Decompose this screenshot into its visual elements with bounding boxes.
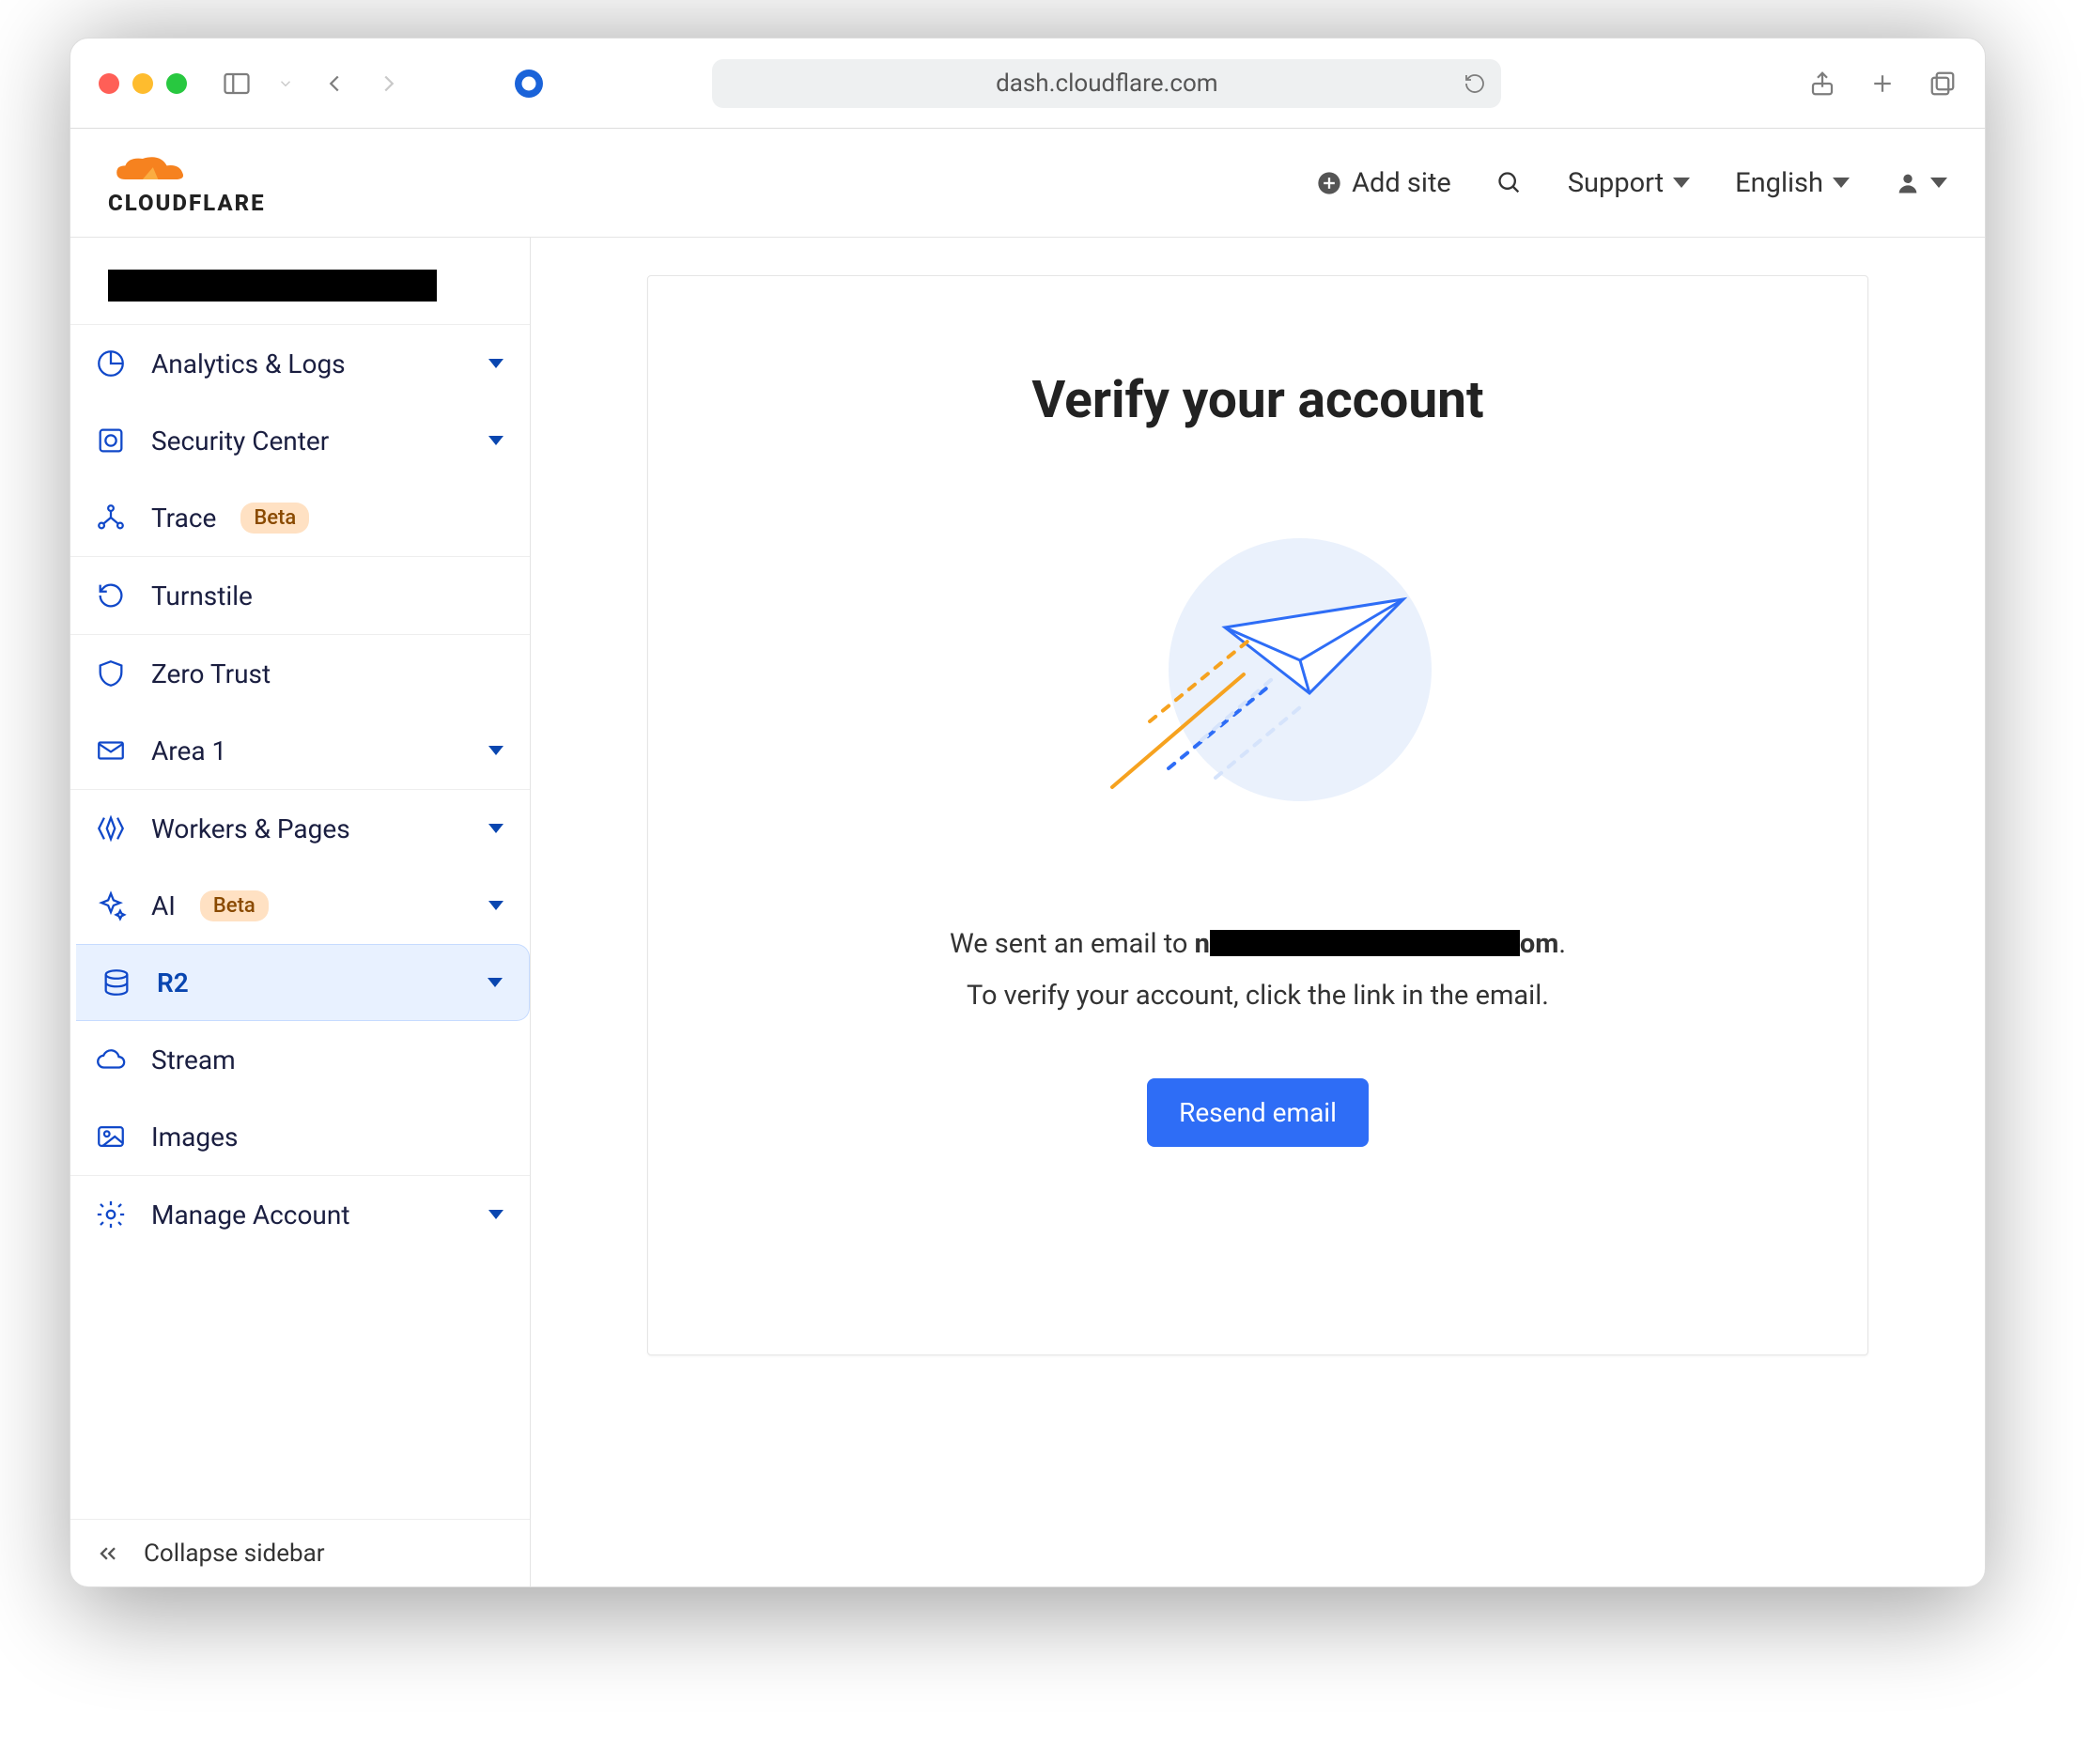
close-window-button[interactable] <box>99 73 119 94</box>
verify-message: We sent an email to n om. To verify your … <box>950 919 1566 1022</box>
support-label: Support <box>1568 167 1664 199</box>
language-dropdown[interactable]: English <box>1735 167 1850 199</box>
chevron-down-icon <box>488 746 503 755</box>
dropdown-chevron-icon[interactable] <box>277 70 294 98</box>
line2: To verify your account, click the link i… <box>950 970 1566 1022</box>
search-icon <box>1496 170 1523 196</box>
reload-icon[interactable] <box>1464 72 1486 95</box>
chevron-down-icon <box>1930 178 1947 188</box>
maximize-window-button[interactable] <box>166 73 187 94</box>
sidebar-item-label: Manage Account <box>151 1199 350 1230</box>
sidebar-item-zero-trust[interactable]: Zero Trust <box>70 635 530 712</box>
logo-text: CLOUDFLARE <box>108 190 266 216</box>
sidebar-item-workers-pages[interactable]: Workers & Pages <box>70 790 530 867</box>
add-site-label: Add site <box>1352 167 1451 199</box>
account-name-block[interactable] <box>70 238 530 324</box>
sidebar-item-r2[interactable]: R2 <box>76 944 530 1021</box>
workers-icon <box>95 812 127 844</box>
sidebar-item-ai[interactable]: AI Beta <box>70 867 530 944</box>
sidebar-item-analytics-logs[interactable]: Analytics & Logs <box>70 325 530 402</box>
beta-badge: Beta <box>240 503 309 534</box>
collapse-sidebar-button[interactable]: Collapse sidebar <box>70 1519 530 1586</box>
browser-toolbar: dash.cloudflare.com <box>70 39 1985 129</box>
sidebar-item-trace[interactable]: Trace Beta <box>70 479 530 556</box>
address-text: dash.cloudflare.com <box>996 70 1218 98</box>
image-icon <box>95 1121 127 1153</box>
minimize-window-button[interactable] <box>132 73 153 94</box>
search-button[interactable] <box>1496 170 1523 196</box>
sidebar-item-area-1[interactable]: Area 1 <box>70 712 530 789</box>
sidebar-item-label: Area 1 <box>151 735 226 766</box>
chevron-down-icon <box>1673 178 1690 188</box>
sidebar-item-label: Stream <box>151 1044 236 1075</box>
tabs-overview-icon[interactable] <box>1928 70 1957 98</box>
support-dropdown[interactable]: Support <box>1568 167 1690 199</box>
chevron-down-icon <box>488 1210 503 1219</box>
forward-button <box>375 70 403 98</box>
gear-icon <box>95 1199 127 1230</box>
chevron-down-icon <box>1833 178 1850 188</box>
plus-circle-icon <box>1316 170 1342 196</box>
cloud-icon <box>108 150 194 188</box>
verify-account-card: Verify your account <box>647 275 1868 1355</box>
chevron-down-icon <box>488 436 503 445</box>
chevron-down-icon <box>488 901 503 910</box>
paper-airplane-illustration <box>1056 505 1460 843</box>
mail-icon <box>95 735 127 766</box>
address-bar[interactable]: dash.cloudflare.com <box>712 59 1501 108</box>
period: . <box>1558 928 1566 960</box>
shield-icon <box>95 658 127 689</box>
sidebar-item-images[interactable]: Images <box>70 1098 530 1175</box>
sidebar-item-label: Workers & Pages <box>151 813 350 844</box>
sidebar: Analytics & Logs Security Center Trace B… <box>70 238 531 1586</box>
chevron-double-left-icon <box>95 1540 121 1567</box>
resend-email-button[interactable]: Resend email <box>1147 1078 1369 1147</box>
email-start: n <box>1195 928 1210 960</box>
sidebar-item-label: Turnstile <box>151 580 253 611</box>
browser-window: dash.cloudflare.com <box>70 38 1986 1587</box>
window-controls <box>99 73 187 94</box>
line1-prefix: We sent an email to <box>950 928 1195 960</box>
new-tab-icon[interactable] <box>1868 70 1897 98</box>
sidebar-item-label: Zero Trust <box>151 658 271 689</box>
sidebar-item-turnstile[interactable]: Turnstile <box>70 557 530 634</box>
email-redacted <box>1210 930 1520 956</box>
sidebar-item-label: Images <box>151 1122 238 1153</box>
sidebar-item-label: Security Center <box>151 426 329 456</box>
database-icon <box>101 967 132 998</box>
beta-badge: Beta <box>200 890 269 921</box>
network-icon <box>95 502 127 534</box>
cloudflare-logo[interactable]: CLOUDFLARE <box>108 150 266 216</box>
target-icon <box>95 425 127 456</box>
password-manager-icon[interactable] <box>512 67 546 101</box>
cloud-icon <box>95 1044 127 1075</box>
card-title: Verify your account <box>1031 370 1483 430</box>
sidebar-item-security-center[interactable]: Security Center <box>70 402 530 479</box>
main-content: Verify your account <box>531 238 1985 1586</box>
refresh-icon <box>95 580 127 611</box>
sidebar-item-label: R2 <box>157 967 189 998</box>
language-label: English <box>1735 167 1823 199</box>
sidebar-item-label: Trace <box>151 503 216 534</box>
pie-chart-icon <box>95 348 127 379</box>
chevron-down-icon <box>488 978 503 987</box>
sidebar-item-label: Analytics & Logs <box>151 348 346 379</box>
chevron-down-icon <box>488 359 503 368</box>
sidebar-item-stream[interactable]: Stream <box>70 1021 530 1098</box>
app-header: CLOUDFLARE Add site Support English <box>70 129 1985 238</box>
add-site-button[interactable]: Add site <box>1316 167 1451 199</box>
collapse-label: Collapse sidebar <box>144 1540 325 1568</box>
sidebar-toggle-icon[interactable] <box>223 70 251 98</box>
user-icon <box>1895 170 1921 196</box>
share-icon[interactable] <box>1808 70 1836 98</box>
back-button[interactable] <box>320 70 348 98</box>
email-end: om <box>1520 928 1559 960</box>
sidebar-item-label: AI <box>151 890 176 921</box>
sidebar-item-manage-account[interactable]: Manage Account <box>70 1176 530 1253</box>
sparkle-icon <box>95 890 127 921</box>
account-dropdown[interactable] <box>1895 170 1947 196</box>
chevron-down-icon <box>488 824 503 833</box>
account-name-redacted <box>108 270 437 302</box>
